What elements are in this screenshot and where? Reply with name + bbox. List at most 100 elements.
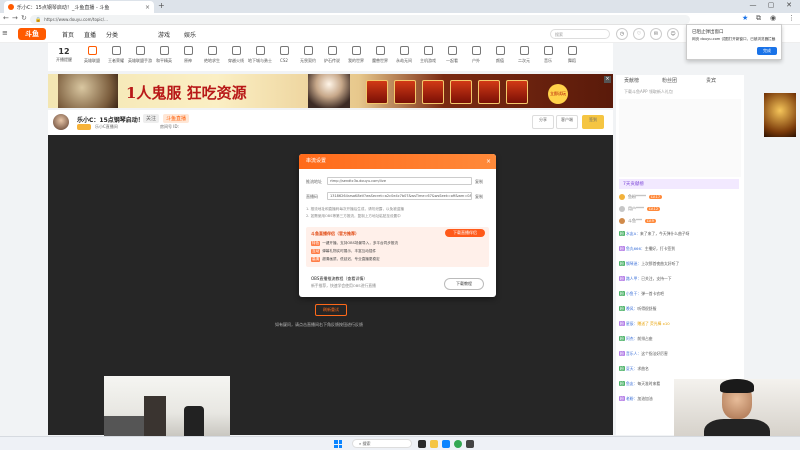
chat-message: 粉 水友A：来了来了，今天弹什么曲子呀 xyxy=(619,231,690,236)
room-id: 房间号 ID: xyxy=(160,124,179,129)
companion-title: 斗鱼直播伴侣（官方推荐） xyxy=(311,231,359,236)
popup-body: 网页 douyu.com 试图打开新窗口，已被浏览器拦截 xyxy=(692,37,776,41)
feature-line: 互动 弹幕礼物实时展示，丰富互动插件 xyxy=(311,249,377,254)
fan-badge: 粉 xyxy=(619,366,625,371)
share-button[interactable]: 分享 xyxy=(532,115,554,129)
category-icon xyxy=(519,46,529,55)
side-ad-image[interactable] xyxy=(764,93,796,137)
file-explorer-icon[interactable] xyxy=(430,440,438,448)
category-icon xyxy=(183,46,193,55)
obs-tutorial-title[interactable]: OBS直播推流教程（查看详情） xyxy=(311,276,367,282)
popup-done-button[interactable]: 完成 xyxy=(757,47,777,55)
fan-badge: 粉 xyxy=(619,321,625,326)
chat-message: 粉 星辰：赠送了 荧光棒 x10 xyxy=(619,321,670,326)
category-icon xyxy=(159,46,169,55)
user-avatar-icon[interactable]: ☺ xyxy=(667,28,679,40)
dialog-title: 串流设置 xyxy=(306,158,327,164)
copy-key-link[interactable]: 复制 xyxy=(475,194,483,200)
bookmark-star-icon[interactable]: ★ xyxy=(742,14,748,22)
tab-vip[interactable]: 贵宾 xyxy=(706,77,716,84)
download-companion-button[interactable]: 下载直播伴侣 xyxy=(445,229,485,237)
new-tab-button[interactable]: + xyxy=(158,1,165,10)
menu-icon[interactable]: ≡ xyxy=(2,29,8,37)
category-icon xyxy=(495,46,505,55)
maximize-button[interactable]: ▢ xyxy=(764,1,778,9)
follow-icon[interactable]: ♡ xyxy=(633,28,645,40)
edge-icon[interactable] xyxy=(442,440,450,448)
reward-chest-image xyxy=(478,80,500,104)
category-item[interactable]: 舞蹈 xyxy=(558,46,586,64)
room-title: 乐小C：15点钢琴启动！ xyxy=(77,117,144,124)
category-icon xyxy=(567,46,577,55)
banner-close-button[interactable]: × xyxy=(604,76,611,83)
dialog-header: 串流设置 × xyxy=(299,154,496,169)
nav-game[interactable]: 游戏 xyxy=(158,30,170,39)
category-icon xyxy=(87,46,97,55)
message-icon[interactable]: ✉ xyxy=(650,28,662,40)
player-error-text: 如有疑问，请点击直播间右下角反馈按钮进行反馈 xyxy=(275,322,363,327)
banner-character-image xyxy=(58,74,118,108)
room-subtitle: 乐小C直播间 xyxy=(95,124,118,129)
copy-url-link[interactable]: 复制 xyxy=(475,179,483,185)
banner-cta-button[interactable]: 立即试玩 xyxy=(548,84,568,104)
extension-icon[interactable]: ⧉ xyxy=(756,14,761,23)
signin-button[interactable]: 签到 xyxy=(582,115,604,129)
fan-badge: 粉 xyxy=(619,246,625,251)
site-search-input[interactable]: 搜索 xyxy=(550,29,610,39)
windows-start-icon[interactable] xyxy=(334,440,342,448)
tab-contribution[interactable]: 贡献榜 xyxy=(624,77,639,84)
site-logo[interactable]: 斗鱼 xyxy=(18,28,46,40)
popup-title: 已阻止弹出窗口 xyxy=(692,30,724,35)
profile-icon[interactable]: ◉ xyxy=(770,14,776,22)
rank-row[interactable]: 用户**** LV.12 xyxy=(619,204,741,214)
category-item[interactable]: 12 开播提醒 xyxy=(50,46,78,63)
client-button[interactable]: 客户端 xyxy=(556,115,578,129)
browser-menu-icon[interactable]: ⋮ xyxy=(788,14,795,22)
platform-badge: 斗鱼直播 xyxy=(163,114,190,123)
history-icon[interactable]: ◷ xyxy=(616,28,628,40)
push-url-field[interactable]: rtmp://sendtc3a.douyu.com/live xyxy=(327,177,472,185)
tab-fans[interactable]: 粉丝团 xyxy=(662,77,677,84)
tab-close-icon[interactable]: × xyxy=(145,4,150,11)
category-icon xyxy=(231,46,241,55)
chat-message: 粉 晚风：听得很舒服 xyxy=(619,306,657,311)
browser-window: 乐小C：15点钢琴启动！_斗鱼直播 - 斗鱼 × + — ▢ ✕ ← → ↻ 🔒… xyxy=(0,0,800,450)
chat-message: 粉 音乐人：这个指法好厉害 xyxy=(619,351,668,356)
category-icon xyxy=(423,46,433,55)
taskbar-search[interactable]: ⌕ 搜索 xyxy=(352,439,412,448)
ad-banner[interactable]: 1人鬼服 狂吃资源 立即试玩 × xyxy=(48,74,613,108)
address-bar[interactable]: 🔒 https://www.douyu.com/topic/... xyxy=(30,15,690,24)
rank-medal-icon xyxy=(619,206,625,212)
sidebar-promo[interactable]: 下载斗鱼APP 领取新人礼包 xyxy=(624,89,673,95)
forward-button[interactable]: → xyxy=(12,14,18,22)
obs-tutorial-subtitle: 新手推荐，快速学会使用OBS进行直播 xyxy=(311,283,376,288)
rank-row[interactable]: 鱼粉***** LV.17 xyxy=(619,192,741,202)
nav-home[interactable]: 首页 xyxy=(62,30,74,39)
refresh-button[interactable]: 刷新重试 xyxy=(315,304,347,316)
rank-row[interactable]: 斗鱼*** LV.9 xyxy=(619,216,741,226)
dialog-close-icon[interactable]: × xyxy=(486,154,491,169)
chat-message: 粉 鱼丸666：主播好，打卡签到 xyxy=(619,246,676,251)
close-window-button[interactable]: ✕ xyxy=(782,1,796,9)
minimize-button[interactable]: — xyxy=(746,1,760,9)
tab-strip: 乐小C：15点钢琴启动！_斗鱼直播 - 斗鱼 × + — ▢ ✕ xyxy=(0,0,800,13)
fan-badge: 粉 xyxy=(619,381,625,386)
back-button[interactable]: ← xyxy=(3,14,9,22)
nav-category[interactable]: 分类 xyxy=(106,30,118,39)
follow-badge[interactable]: 关注 xyxy=(143,114,160,123)
settings-icon[interactable] xyxy=(466,440,474,448)
browser-tab[interactable]: 乐小C：15点钢琴启动！_斗鱼直播 - 斗鱼 × xyxy=(4,1,154,13)
nav-entertainment[interactable]: 娱乐 xyxy=(184,30,196,39)
rank-header[interactable]: 7天贡献榜 xyxy=(619,179,739,189)
task-view-icon[interactable] xyxy=(418,440,426,448)
site-header: ≡ 斗鱼 首页 直播 分类 游戏 娱乐 搜索 ◷ ♡ ✉ ☺ xyxy=(0,25,800,43)
download-tutorial-button[interactable]: 下载教程 xyxy=(444,278,484,290)
chrome-icon[interactable] xyxy=(454,440,462,448)
stream-key-field[interactable]: 13186264rzsaK8eV?wsSecret=a2c0e4c7b07&ws… xyxy=(327,192,472,200)
reload-button[interactable]: ↻ xyxy=(21,14,27,22)
category-icon xyxy=(543,46,553,55)
streamer-avatar[interactable] xyxy=(53,114,69,130)
fan-badge: 粉 xyxy=(619,231,625,236)
nav-live[interactable]: 直播 xyxy=(84,30,96,39)
rank-medal-icon xyxy=(619,194,625,200)
